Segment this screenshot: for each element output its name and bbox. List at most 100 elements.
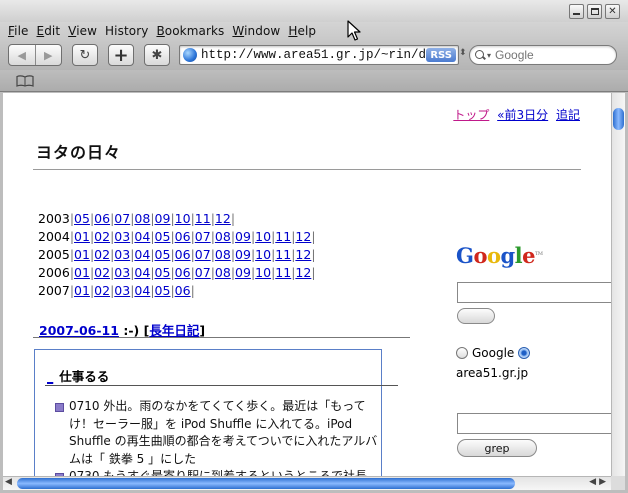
archive-month-link[interactable]: 06 <box>175 247 191 262</box>
archive-separator: | <box>311 229 316 244</box>
search-icon[interactable] <box>475 49 486 61</box>
archive-month-link[interactable]: 01 <box>74 229 90 244</box>
archive-month-link[interactable]: 08 <box>215 265 231 280</box>
archive-month-link[interactable]: 02 <box>94 283 110 298</box>
bookmarks-book-icon[interactable] <box>16 75 34 87</box>
grep-button[interactable]: grep <box>457 439 537 457</box>
day-date-link[interactable]: 2007-06-11 <box>39 323 119 338</box>
radio-google-label: Google <box>472 346 515 360</box>
reload-button[interactable]: ↻ <box>72 44 98 66</box>
close-button[interactable]: ✕ <box>605 4 620 19</box>
back-button[interactable]: ◀ <box>9 45 35 65</box>
maximize-button[interactable] <box>587 4 602 19</box>
archive-month-link[interactable]: 04 <box>134 229 150 244</box>
scroll-left-icon[interactable]: ◀ <box>5 477 12 487</box>
scroll-right-icon[interactable]: ◀▶ <box>589 477 609 487</box>
bracket-close: ] <box>199 323 206 338</box>
archive-month-link[interactable]: 11 <box>275 265 291 280</box>
archive-month-link[interactable]: 05 <box>155 247 171 262</box>
search-dropdown-icon[interactable]: ▾ <box>487 51 491 60</box>
menu-file[interactable]: File <box>0 22 29 40</box>
archive-month-link[interactable]: 10 <box>175 211 191 226</box>
archive-month-link[interactable]: 04 <box>134 283 150 298</box>
archive-month-link[interactable]: 07 <box>195 247 211 262</box>
archive-month-link[interactable]: 06 <box>175 283 191 298</box>
vertical-scrollbar[interactable] <box>611 93 625 476</box>
archive-month-link[interactable]: 12 <box>295 247 311 262</box>
archive-month-link[interactable]: 06 <box>94 211 110 226</box>
archive-month-link[interactable]: 05 <box>155 283 171 298</box>
diary-entry: _ 仕事るる 0710 外出。雨のなかをてくてく歩く。最近は「もってけ！セーラー服… <box>34 349 398 476</box>
grep-input[interactable] <box>457 413 611 434</box>
archive-month-link[interactable]: 05 <box>155 229 171 244</box>
archive-month-link[interactable]: 05 <box>155 265 171 280</box>
archive-month-link[interactable]: 12 <box>215 211 231 226</box>
menu-history[interactable]: History <box>97 22 148 40</box>
archive-month-link[interactable]: 02 <box>94 229 110 244</box>
archive-month-link[interactable]: 09 <box>235 229 251 244</box>
bug-report-button[interactable]: ✱ <box>144 44 170 66</box>
add-bookmark-button[interactable]: + <box>108 44 134 66</box>
google-search-button[interactable] <box>457 308 495 324</box>
vertical-scroll-thumb[interactable] <box>613 108 624 130</box>
entry-anchor-link[interactable]: _ <box>47 369 53 384</box>
archive-month-link[interactable]: 12 <box>295 265 311 280</box>
append-link[interactable]: 追記 <box>556 108 580 122</box>
menu-help[interactable]: Help <box>280 22 316 40</box>
top-link[interactable]: トップ <box>453 108 489 122</box>
archive-month-link[interactable]: 09 <box>155 211 171 226</box>
search-box[interactable]: ▾ <box>469 45 617 65</box>
archive-month-link[interactable]: 04 <box>134 265 150 280</box>
archive-month-link[interactable]: 01 <box>74 265 90 280</box>
radio-site[interactable] <box>518 347 531 359</box>
archive-month-link[interactable]: 02 <box>94 265 110 280</box>
address-resize-icon[interactable]: ⬍ <box>459 48 467 58</box>
archive-month-link[interactable]: 07 <box>195 229 211 244</box>
archive-month-link[interactable]: 10 <box>255 265 271 280</box>
forward-button[interactable]: ▶ <box>36 45 62 65</box>
address-bar[interactable]: http://www.area51.gr.jp/~rin/diary/ RSS <box>179 45 459 65</box>
minimize-button[interactable] <box>569 4 584 19</box>
menu-bookmarks[interactable]: Bookmarks <box>148 22 224 40</box>
archive-month-link[interactable]: 12 <box>295 229 311 244</box>
bug-icon: ✱ <box>151 47 163 63</box>
maximize-icon <box>590 8 599 15</box>
archive-month-link[interactable]: 01 <box>74 283 90 298</box>
archive-month-link[interactable]: 06 <box>175 229 191 244</box>
archive-month-link[interactable]: 04 <box>134 247 150 262</box>
globe-icon <box>183 48 197 62</box>
rss-button[interactable]: RSS <box>426 48 456 62</box>
archive-month-link[interactable]: 08 <box>134 211 150 226</box>
address-text[interactable]: http://www.area51.gr.jp/~rin/diary/ <box>201 48 426 62</box>
menu-edit[interactable]: Edit <box>29 22 61 40</box>
google-search-input[interactable] <box>457 282 611 303</box>
radio-google[interactable] <box>456 347 468 359</box>
archive-month-link[interactable]: 02 <box>94 247 110 262</box>
horizontal-scrollbar[interactable]: ◀ ◀▶ <box>3 476 611 490</box>
archive-month-link[interactable]: 03 <box>114 265 130 280</box>
archive-month-link[interactable]: 07 <box>114 211 130 226</box>
archive-month-link[interactable]: 11 <box>275 247 291 262</box>
archive-month-link[interactable]: 03 <box>114 229 130 244</box>
horizontal-scroll-thumb[interactable] <box>17 478 515 489</box>
archive-month-link[interactable]: 08 <box>215 247 231 262</box>
long-diary-link[interactable]: 長年日記 <box>149 323 199 338</box>
archive-month-link[interactable]: 09 <box>235 265 251 280</box>
prev-3-days-link[interactable]: «前3日分 <box>497 108 548 122</box>
search-input[interactable] <box>495 48 606 62</box>
archive-month-link[interactable]: 01 <box>74 247 90 262</box>
menu-window[interactable]: Window <box>224 22 280 40</box>
archive-month-link[interactable]: 05 <box>74 211 90 226</box>
archive-month-link[interactable]: 09 <box>235 247 251 262</box>
archive-month-link[interactable]: 03 <box>114 283 130 298</box>
archive-month-link[interactable]: 11 <box>275 229 291 244</box>
menu-view[interactable]: View <box>60 22 97 40</box>
archive-month-link[interactable]: 10 <box>255 247 271 262</box>
archive-month-link[interactable]: 08 <box>215 229 231 244</box>
archive-month-link[interactable]: 06 <box>175 265 191 280</box>
archive-month-link[interactable]: 07 <box>195 265 211 280</box>
resize-grip-icon[interactable] <box>611 476 625 490</box>
archive-month-link[interactable]: 11 <box>195 211 211 226</box>
archive-month-link[interactable]: 10 <box>255 229 271 244</box>
archive-month-link[interactable]: 03 <box>114 247 130 262</box>
